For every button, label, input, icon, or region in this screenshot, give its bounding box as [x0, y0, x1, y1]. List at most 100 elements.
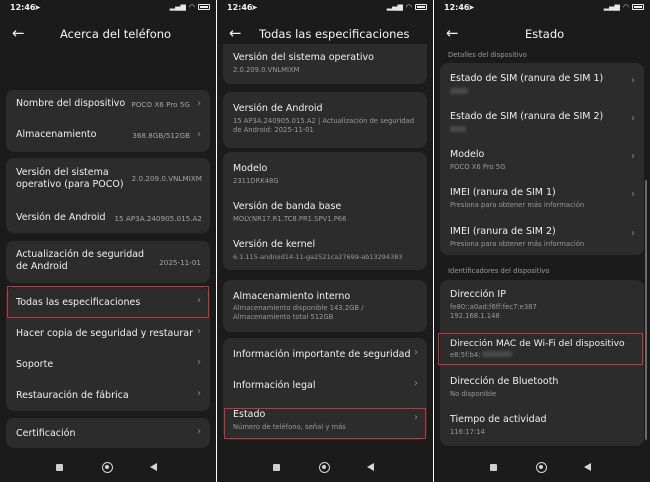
back-arrow-icon[interactable]: ← — [446, 24, 459, 42]
ip-address-v4: 192.168.1.148 — [450, 312, 500, 320]
android-version-label: Versión de Android — [233, 103, 323, 114]
signal-icon: ▂▄▆ — [386, 3, 403, 11]
status-bar: 12:46 ➤ ▂▄▆ ◠ — [0, 0, 216, 20]
page-title: Acerca del teléfono — [60, 27, 172, 41]
back-nav-icon[interactable] — [150, 463, 157, 471]
section-device-details: Detalles del dispositivo — [448, 51, 527, 59]
android-version-row[interactable]: Versión de Android 15 AP3A.240905.015.A2… — [223, 92, 427, 148]
imei1-row[interactable]: IMEI (ranura de SIM 1) Presiona para obt… — [440, 177, 644, 216]
model-row[interactable]: Modelo 2311DRK48G — [223, 152, 427, 190]
uptime-value: 116:17:14 — [450, 428, 485, 436]
bluetooth-value: No disponible — [450, 390, 497, 398]
support-row[interactable]: Soporte › — [6, 349, 210, 380]
sim2-status-row[interactable]: Estado de SIM (ranura de SIM 2) › — [440, 101, 644, 139]
baseband-row[interactable]: Versión de banda base MOLY.NR17.R1.TC8.P… — [223, 190, 427, 228]
redacted-value — [450, 88, 468, 94]
kernel-label: Versión de kernel — [233, 239, 316, 250]
kernel-value: 6.1.115-android14-11-ga2521ca27699-ab132… — [233, 253, 403, 261]
nav-bar — [434, 458, 650, 482]
wifi-icon: ◠ — [405, 3, 412, 11]
chevron-right-icon: › — [197, 357, 201, 368]
android-version-row[interactable]: Versión de Android 15 AP3A.240905.015.A2 — [6, 200, 210, 233]
chevron-right-icon: › — [414, 378, 418, 389]
telegram-icon: ➤ — [468, 3, 475, 12]
legal-info-label: Información legal — [233, 380, 316, 391]
status-icons: ▂▄▆ ◠ — [387, 3, 427, 11]
storage-label: Almacenamiento — [16, 129, 97, 140]
hardware-card: Modelo 2311DRK48G Versión de banda base … — [223, 152, 427, 270]
security-update-label: Actualización de seguridad de Android — [16, 249, 145, 272]
imei1-label: IMEI (ranura de SIM 1) — [450, 187, 556, 198]
back-nav-icon[interactable] — [584, 463, 591, 471]
os-version-row[interactable]: Versión del sistema operativo 2.0.209.0.… — [223, 44, 427, 84]
back-nav-icon[interactable] — [367, 463, 374, 471]
sim1-status-row[interactable]: Estado de SIM (ranura de SIM 1) › — [440, 63, 644, 101]
phone-screen-all-specs: 12:46 ➤ ▂▄▆ ◠ ← Todas las especificacion… — [217, 0, 433, 482]
safety-info-label: Información importante de seguridad — [233, 349, 411, 360]
status-icons: ▂▄▆ ◠ — [170, 3, 210, 11]
back-arrow-icon[interactable]: ← — [12, 24, 25, 42]
device-name-label: Nombre del dispositivo — [16, 98, 126, 109]
os-version-label: Versión del sistema operativo — [233, 52, 374, 63]
scrollbar[interactable] — [645, 180, 647, 440]
android-version-card: Versión de Android 15 AP3A.240905.015.A2… — [223, 92, 427, 148]
storage-row[interactable]: Almacenamiento 368.8GB/512GB › — [6, 121, 210, 152]
back-arrow-icon[interactable]: ← — [229, 24, 242, 42]
recents-icon[interactable] — [56, 464, 63, 471]
legal-info-row[interactable]: Información legal › — [223, 369, 427, 401]
internal-storage-row[interactable]: Almacenamiento interno Almacenamiento di… — [223, 280, 427, 332]
telegram-icon: ➤ — [251, 3, 258, 12]
model-value: POCO X6 Pro 5G — [450, 163, 506, 171]
signal-icon: ▂▄▆ — [169, 3, 186, 11]
model-label: Modelo — [233, 163, 268, 174]
uptime-row[interactable]: Tiempo de actividad 116:17:14 — [440, 406, 644, 446]
chevron-right-icon: › — [631, 189, 635, 200]
storage-card: Almacenamiento interno Almacenamiento di… — [223, 280, 427, 332]
home-icon[interactable] — [536, 462, 547, 473]
bluetooth-row[interactable]: Dirección de Bluetooth No disponible — [440, 368, 644, 406]
app-header: ← Estado — [434, 20, 650, 50]
chevron-right-icon: › — [197, 388, 201, 399]
safety-info-row[interactable]: Información importante de seguridad › — [223, 338, 427, 369]
highlight-box — [224, 408, 426, 439]
home-icon[interactable] — [102, 462, 113, 473]
certification-label: Certificación — [16, 428, 76, 439]
chevron-right-icon: › — [197, 326, 201, 337]
screenshot-composite: 12:46 ➤ ▂▄▆ ◠ ← Acerca del teléfono Nomb… — [0, 0, 650, 482]
kernel-row[interactable]: Versión de kernel 6.1.115-android14-11-g… — [223, 228, 427, 270]
chevron-right-icon: › — [197, 426, 201, 437]
security-update-value: 2025-11-01 — [159, 258, 201, 267]
storage-value: 368.8GB/512GB — [132, 131, 190, 140]
status-bar: 12:46 ➤ ▂▄▆ ◠ — [217, 0, 433, 20]
ip-address-label: Dirección IP — [450, 289, 506, 300]
ip-address-row[interactable]: Dirección IP fe80::a0ad:f6ff:fec7:e387 1… — [440, 280, 644, 330]
wifi-icon: ◠ — [188, 3, 195, 11]
factory-reset-label: Restauración de fábrica — [16, 390, 129, 401]
os-version-row[interactable]: Versión del sistema operativo (para POCO… — [6, 158, 210, 200]
device-name-row[interactable]: Nombre del dispositivo POCO X6 Pro 5G › — [6, 90, 210, 121]
battery-icon — [198, 4, 210, 10]
internal-storage-label: Almacenamiento interno — [233, 291, 351, 302]
factory-reset-row[interactable]: Restauración de fábrica › — [6, 380, 210, 411]
ip-address-v6: fe80::a0ad:f6ff:fec7:e387 — [450, 303, 537, 311]
phone-screen-status: 12:46 ➤ ▂▄▆ ◠ ← Estado Detalles del disp… — [434, 0, 650, 482]
status-bar: 12:46 ➤ ▂▄▆ ◠ — [434, 0, 650, 20]
signal-icon: ▂▄▆ — [603, 3, 620, 11]
security-update-row[interactable]: Actualización de seguridad de Android 20… — [6, 241, 210, 283]
recents-icon[interactable] — [490, 464, 497, 471]
certification-card: Certificación › — [6, 418, 210, 448]
highlight-box — [7, 286, 209, 318]
model-value: 2311DRK48G — [233, 177, 279, 185]
backup-row[interactable]: Hacer copia de seguridad y restaurar › — [6, 318, 210, 349]
home-icon[interactable] — [319, 462, 330, 473]
nav-bar — [0, 458, 216, 482]
imei2-row[interactable]: IMEI (ranura de SIM 2) Presiona para obt… — [440, 216, 644, 255]
certification-row[interactable]: Certificación › — [6, 418, 210, 448]
page-title: Estado — [525, 27, 565, 41]
recents-icon[interactable] — [273, 464, 280, 471]
backup-label: Hacer copia de seguridad y restaurar — [16, 328, 194, 339]
baseband-label: Versión de banda base — [233, 201, 342, 212]
os-version-value: 2.0.209.0.VNLMIXM — [233, 66, 300, 74]
section-device-identifiers: Identificadores del dispositivo — [448, 267, 550, 275]
model-row[interactable]: Modelo POCO X6 Pro 5G › — [440, 139, 644, 177]
